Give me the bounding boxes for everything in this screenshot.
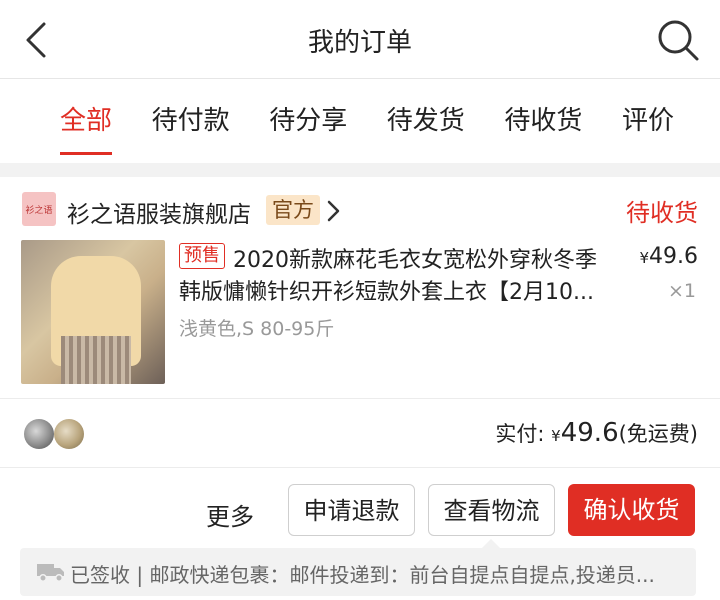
section-separator xyxy=(0,163,720,177)
group-member-avatar xyxy=(54,419,84,449)
tab-pending-receipt[interactable]: 待收货 xyxy=(504,80,582,156)
page-title: 我的订单 xyxy=(307,28,412,58)
tab-label: 待发货 xyxy=(386,106,465,136)
official-badge: 官方 xyxy=(266,195,320,225)
shop-name[interactable]: 衫之语服装旗舰店 xyxy=(67,195,251,229)
active-tab-indicator xyxy=(60,152,113,155)
shop-logo[interactable]: 衫之语 xyxy=(22,192,56,226)
paid-amount: 实付: ¥49.6(免运费) xyxy=(495,418,698,448)
chevron-right-icon[interactable] xyxy=(323,197,343,225)
group-member-avatar xyxy=(24,419,54,449)
tab-label: 全部 xyxy=(60,106,113,136)
product-quantity: ×1 xyxy=(667,280,696,302)
presale-tag: 预售 xyxy=(179,243,225,269)
request-refund-button[interactable]: 申请退款 xyxy=(288,484,415,536)
view-logistics-button[interactable]: 查看物流 xyxy=(428,484,555,536)
paid-value: 49.6 xyxy=(560,418,619,448)
paid-label: 实付: xyxy=(495,422,545,446)
product-title-line2[interactable]: 韩版慵懒针织开衫短款外套上衣【2月10... xyxy=(179,274,619,306)
tab-all[interactable]: 全部 xyxy=(60,80,113,156)
product-image-skirt xyxy=(61,336,131,384)
currency-symbol: ¥ xyxy=(639,249,650,267)
tab-label: 待付款 xyxy=(151,106,230,136)
tab-pending-payment[interactable]: 待付款 xyxy=(152,80,230,156)
divider xyxy=(0,467,720,468)
tab-pending-share[interactable]: 待分享 xyxy=(269,80,347,156)
order-tabs: 全部 待付款 待分享 待发货 待收货 评价 xyxy=(0,80,720,156)
currency-symbol: ¥ xyxy=(551,427,561,445)
logistics-status-text: 已签收 | 邮政快递包裹：邮件投递到：前台自提点自提点,投递员... xyxy=(70,563,655,587)
top-nav-bar: 我的订单 xyxy=(0,0,720,79)
tab-pending-shipment[interactable]: 待发货 xyxy=(387,80,465,156)
tab-label: 待分享 xyxy=(269,106,348,136)
divider xyxy=(0,398,720,399)
shop-header[interactable]: 衫之语 衫之语服装旗舰店 官方 待收货 xyxy=(0,177,720,237)
search-icon[interactable] xyxy=(656,18,700,62)
logistics-info-bar[interactable]: 已签收 | 邮政快递包裹：邮件投递到：前台自提点自提点,投递员... xyxy=(20,548,696,596)
tab-label: 评价 xyxy=(621,106,674,136)
product-image[interactable] xyxy=(21,240,165,384)
tab-label: 待收货 xyxy=(504,106,583,136)
product-variant: 浅黄色,S 80-95斤 xyxy=(179,318,335,340)
truck-icon xyxy=(37,564,64,582)
confirm-receipt-button[interactable]: 确认收货 xyxy=(568,484,695,536)
more-button[interactable]: 更多 xyxy=(206,497,254,532)
tab-review[interactable]: 评价 xyxy=(622,80,674,156)
tooltip-arrow xyxy=(482,539,500,548)
order-status: 待收货 xyxy=(626,199,698,227)
product-title-line1[interactable]: 2020新款麻花毛衣女宽松外穿秋冬季 xyxy=(233,242,623,274)
price-value: 49.6 xyxy=(649,244,698,269)
shipping-note: (免运费) xyxy=(618,422,698,446)
product-price: ¥49.6 xyxy=(639,244,698,269)
